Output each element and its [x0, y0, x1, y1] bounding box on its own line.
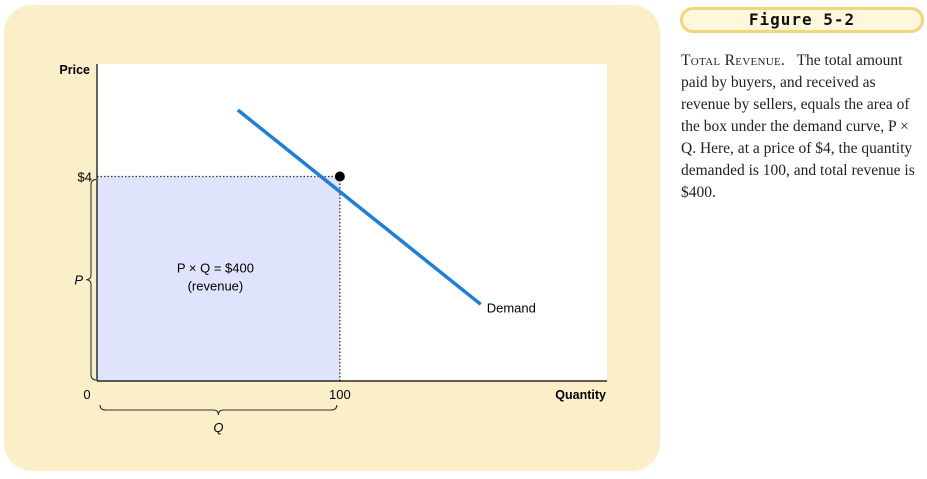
figure-caption: Total Revenue. The total amount paid by … — [681, 50, 921, 204]
caption-body: The total amount paid by buyers, and rec… — [681, 52, 915, 201]
price-brace — [85, 178, 97, 381]
origin-label: 0 — [83, 387, 90, 402]
x-axis-label: Quantity — [555, 388, 606, 402]
y-axis-label: Price — [59, 63, 90, 77]
revenue-formula-label: P × Q = $400 — [177, 261, 254, 276]
revenue-label: (revenue) — [188, 279, 244, 294]
demand-label: Demand — [487, 300, 536, 315]
quantity-brace — [99, 404, 338, 416]
quantity-brace-label: Q — [213, 420, 223, 435]
y-tick-label-4: $4 — [78, 169, 92, 184]
caption-title: Total Revenue. — [681, 52, 786, 69]
price-brace-label: P — [74, 273, 83, 288]
figure-badge: Figure 5-2 — [680, 7, 924, 33]
x-tick-label-100: 100 — [329, 387, 351, 402]
equilibrium-point — [334, 171, 345, 182]
